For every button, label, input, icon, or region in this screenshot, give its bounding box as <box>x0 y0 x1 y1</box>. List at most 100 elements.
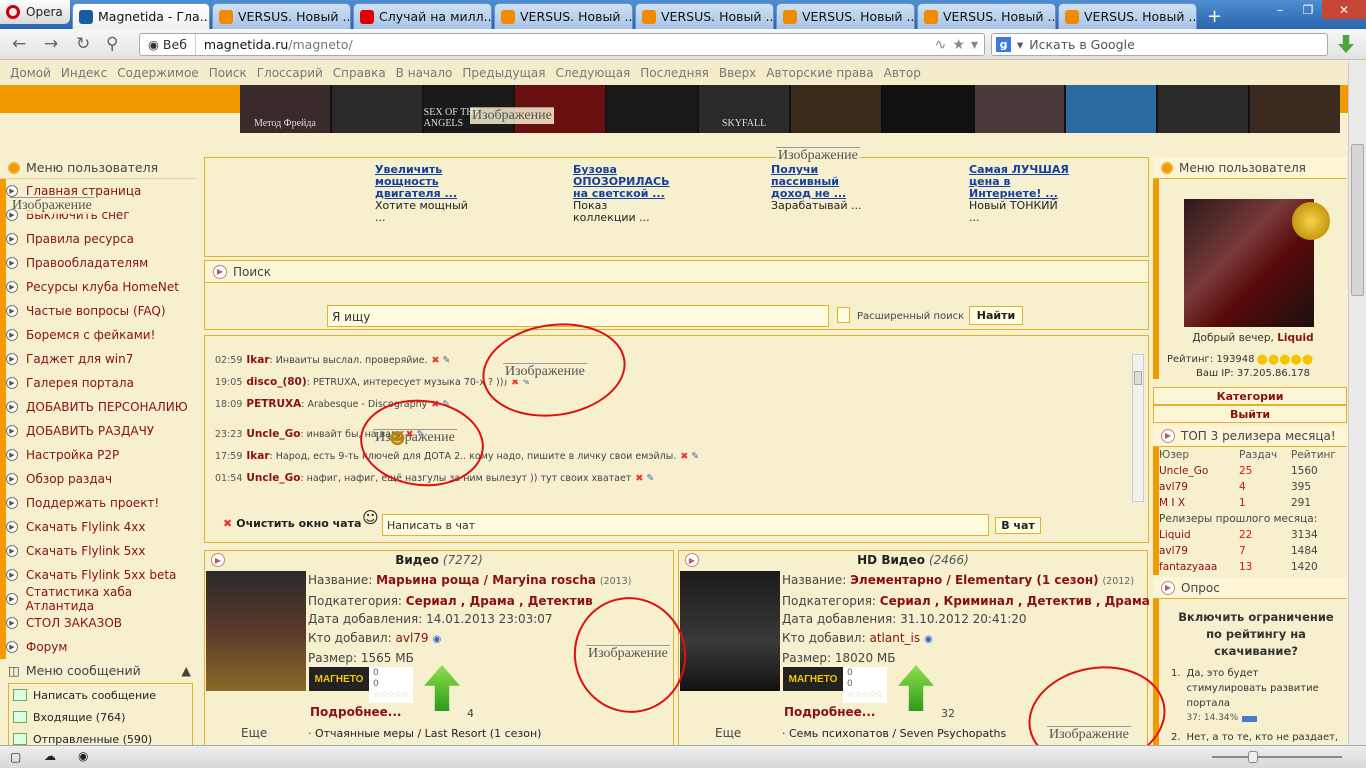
table-cell[interactable]: Liquid <box>1159 529 1239 541</box>
chat-user[interactable]: Uncle_Go <box>246 472 300 484</box>
poster[interactable] <box>1158 85 1249 133</box>
category-header[interactable]: ▶ HD Видео (2466) <box>679 551 1147 569</box>
ad-item[interactable]: Бузова ОПОЗОРИЛАСЬ на светской ... Показ … <box>573 164 673 224</box>
release-thumbnail[interactable] <box>680 571 780 691</box>
close-window-icon[interactable]: ✕ <box>1322 0 1366 19</box>
sidebar-item[interactable]: ▶ Боремся с фейками! <box>0 323 197 347</box>
messages-menu-header[interactable]: ◫ Меню сообщений ▲ <box>0 659 197 681</box>
table-cell[interactable]: Uncle_Go <box>1159 465 1239 477</box>
turbo-icon[interactable]: ◉ <box>78 749 88 763</box>
sidebar-item[interactable]: ▶ Поддержать проект! <box>0 491 197 515</box>
chat-input[interactable]: Написать в чат <box>382 514 989 536</box>
edit-icon[interactable]: ✎ <box>646 473 654 484</box>
chat-user[interactable]: disco_(80) <box>246 376 306 388</box>
nav-link[interactable]: Авторские права <box>766 66 873 80</box>
tab-7[interactable]: VERSUS. Новый ...✕ <box>1058 3 1197 29</box>
tab-3[interactable]: VERSUS. Новый ...✕ <box>494 3 633 29</box>
sidebar-item[interactable]: ▶ Настройка P2P <box>0 443 197 467</box>
search-field[interactable]: g ▾ Искать в Google <box>991 33 1328 56</box>
chat-user[interactable]: Ikar <box>246 354 269 366</box>
panel-toggle-icon[interactable]: ▢ <box>10 750 21 764</box>
message-menu-item[interactable]: Написать сообщение <box>9 684 192 706</box>
nav-link[interactable]: Следующая <box>555 66 630 80</box>
user-info-icon[interactable]: ◉ <box>433 634 442 645</box>
web-badge[interactable]: ◉ Веб <box>140 34 196 55</box>
ad-link[interactable]: Получи пассивный доход не ... <box>771 163 846 200</box>
google-icon[interactable]: g <box>996 37 1011 52</box>
table-cell[interactable]: M I X <box>1159 497 1239 509</box>
poster[interactable] <box>607 85 698 133</box>
sidebar-item[interactable]: ▶ Скачать Flylink 4xx <box>0 515 197 539</box>
back-icon[interactable]: ← <box>12 34 26 54</box>
sidebar-item[interactable]: ▶ Статистика хаба Атлантида <box>0 585 197 613</box>
field-value[interactable]: Сериал , Криминал , Детектив , Драма <box>880 594 1150 608</box>
chat-user[interactable]: PETRUXA <box>246 398 301 410</box>
key-icon[interactable]: ⚲ <box>106 34 118 54</box>
cloud-icon[interactable]: ☁ <box>44 749 56 763</box>
nav-link[interactable]: Домой <box>10 66 51 80</box>
opera-menu-button[interactable]: Opera <box>0 0 70 24</box>
ad-link[interactable]: Самая ЛУЧШАЯ цена в Интернете! ... <box>969 163 1069 200</box>
sidebar-item[interactable]: ▶ СТОЛ ЗАКАЗОВ <box>0 611 197 635</box>
categories-button[interactable]: Категории <box>1153 387 1347 405</box>
nav-link[interactable]: Автор <box>884 66 921 80</box>
magnet-logo[interactable]: МАГНЕТО <box>309 667 369 691</box>
sidebar-item[interactable]: ▶ Частые вопросы (FAQ) <box>0 299 197 323</box>
nav-link[interactable]: Содержимое <box>117 66 198 80</box>
collapse-icon[interactable]: ▲ <box>181 663 191 678</box>
poster[interactable] <box>974 85 1065 133</box>
field-value[interactable]: Сериал , Драма , Детектив <box>406 594 593 608</box>
sidebar-item[interactable]: ▶ Скачать Flylink 5xx beta <box>0 563 197 587</box>
smiley-icon[interactable]: ☺ <box>362 508 379 527</box>
nav-link[interactable]: Индекс <box>61 66 107 80</box>
nav-link[interactable]: Вверх <box>719 66 756 80</box>
delete-icon[interactable]: ✖ <box>432 355 440 366</box>
sidebar-item[interactable]: ▶ Форум <box>0 635 197 659</box>
poster[interactable] <box>882 85 973 133</box>
table-cell[interactable]: avl79 <box>1159 481 1239 493</box>
chat-user[interactable]: Uncle_Go <box>246 428 300 440</box>
reload-icon[interactable]: ↻ <box>76 34 90 54</box>
clear-chat-button[interactable]: ✖ Очистить окно чата <box>223 517 361 530</box>
ad-item[interactable]: Увеличить мощность двигателя ... Хотите м… <box>375 164 475 224</box>
sidebar-item[interactable]: ▶ Гаджет для win7 <box>0 347 197 371</box>
sidebar-item[interactable]: ▶ ДОБАВИТЬ ПЕРСОНАЛИЮ <box>0 395 197 419</box>
field-value[interactable]: Марьина роща / Maryina roscha <box>376 573 596 587</box>
poster[interactable] <box>1250 85 1340 133</box>
delete-icon[interactable]: ✖ <box>635 473 643 484</box>
table-cell[interactable]: fantazyaaa <box>1159 561 1239 573</box>
ad-item[interactable]: Получи пассивный доход не ... Зарабатывай… <box>771 164 871 212</box>
ad-link[interactable]: Увеличить мощность двигателя ... <box>375 163 457 200</box>
category-header[interactable]: ▶ Видео (7272) <box>205 551 673 569</box>
sidebar-item[interactable]: ▶ Галерея портала <box>0 371 197 395</box>
poster[interactable] <box>790 85 881 133</box>
new-tab-icon[interactable]: + <box>1199 6 1230 27</box>
poster[interactable]: Метод Фрейда <box>240 85 330 133</box>
tab-2[interactable]: Случай на милл...✕ <box>353 3 492 29</box>
more-link[interactable]: Подробнее... <box>784 705 875 719</box>
next-release-link[interactable]: · Отчаянные меры / Last Resort (1 сезон) <box>308 727 541 740</box>
page-scrollbar[interactable] <box>1348 61 1366 745</box>
more-link[interactable]: Подробнее... <box>310 705 401 719</box>
tab-4[interactable]: VERSUS. Новый ...✕ <box>635 3 774 29</box>
chat-scrollbar[interactable] <box>1132 354 1144 502</box>
rss-icon[interactable]: ∿ <box>935 37 947 53</box>
download-icon[interactable] <box>1338 35 1354 53</box>
sidebar-item[interactable]: ▶ Обзор раздач <box>0 467 197 491</box>
bookmark-star-icon[interactable]: ★ <box>952 37 965 53</box>
edit-icon[interactable]: ✎ <box>443 355 451 366</box>
search-engine-dropdown-icon[interactable]: ▾ <box>1017 37 1023 52</box>
dropdown-icon[interactable]: ▾ <box>971 37 978 53</box>
poster[interactable] <box>331 85 422 133</box>
poster[interactable]: SKYFALL <box>699 85 789 133</box>
ad-link[interactable]: Бузова ОПОЗОРИЛАСЬ на светской ... <box>573 163 669 200</box>
url-field[interactable]: ◉ Веб magnetida.ru/magneto/ ∿ ★ ▾ <box>139 33 985 56</box>
vote-up-icon[interactable] <box>898 665 934 711</box>
advanced-search-checkbox[interactable] <box>837 307 850 323</box>
nav-link[interactable]: Глоссарий <box>257 66 323 80</box>
poll-option[interactable]: 2. Нет, а то те, кто не раздает, не смогу… <box>1171 730 1341 745</box>
nav-link[interactable]: Справка <box>333 66 386 80</box>
table-cell[interactable]: avl79 <box>1159 545 1239 557</box>
vote-up-icon[interactable] <box>424 665 460 711</box>
sidebar-item[interactable]: ▶ Ресурсы клуба HomeNet <box>0 275 197 299</box>
